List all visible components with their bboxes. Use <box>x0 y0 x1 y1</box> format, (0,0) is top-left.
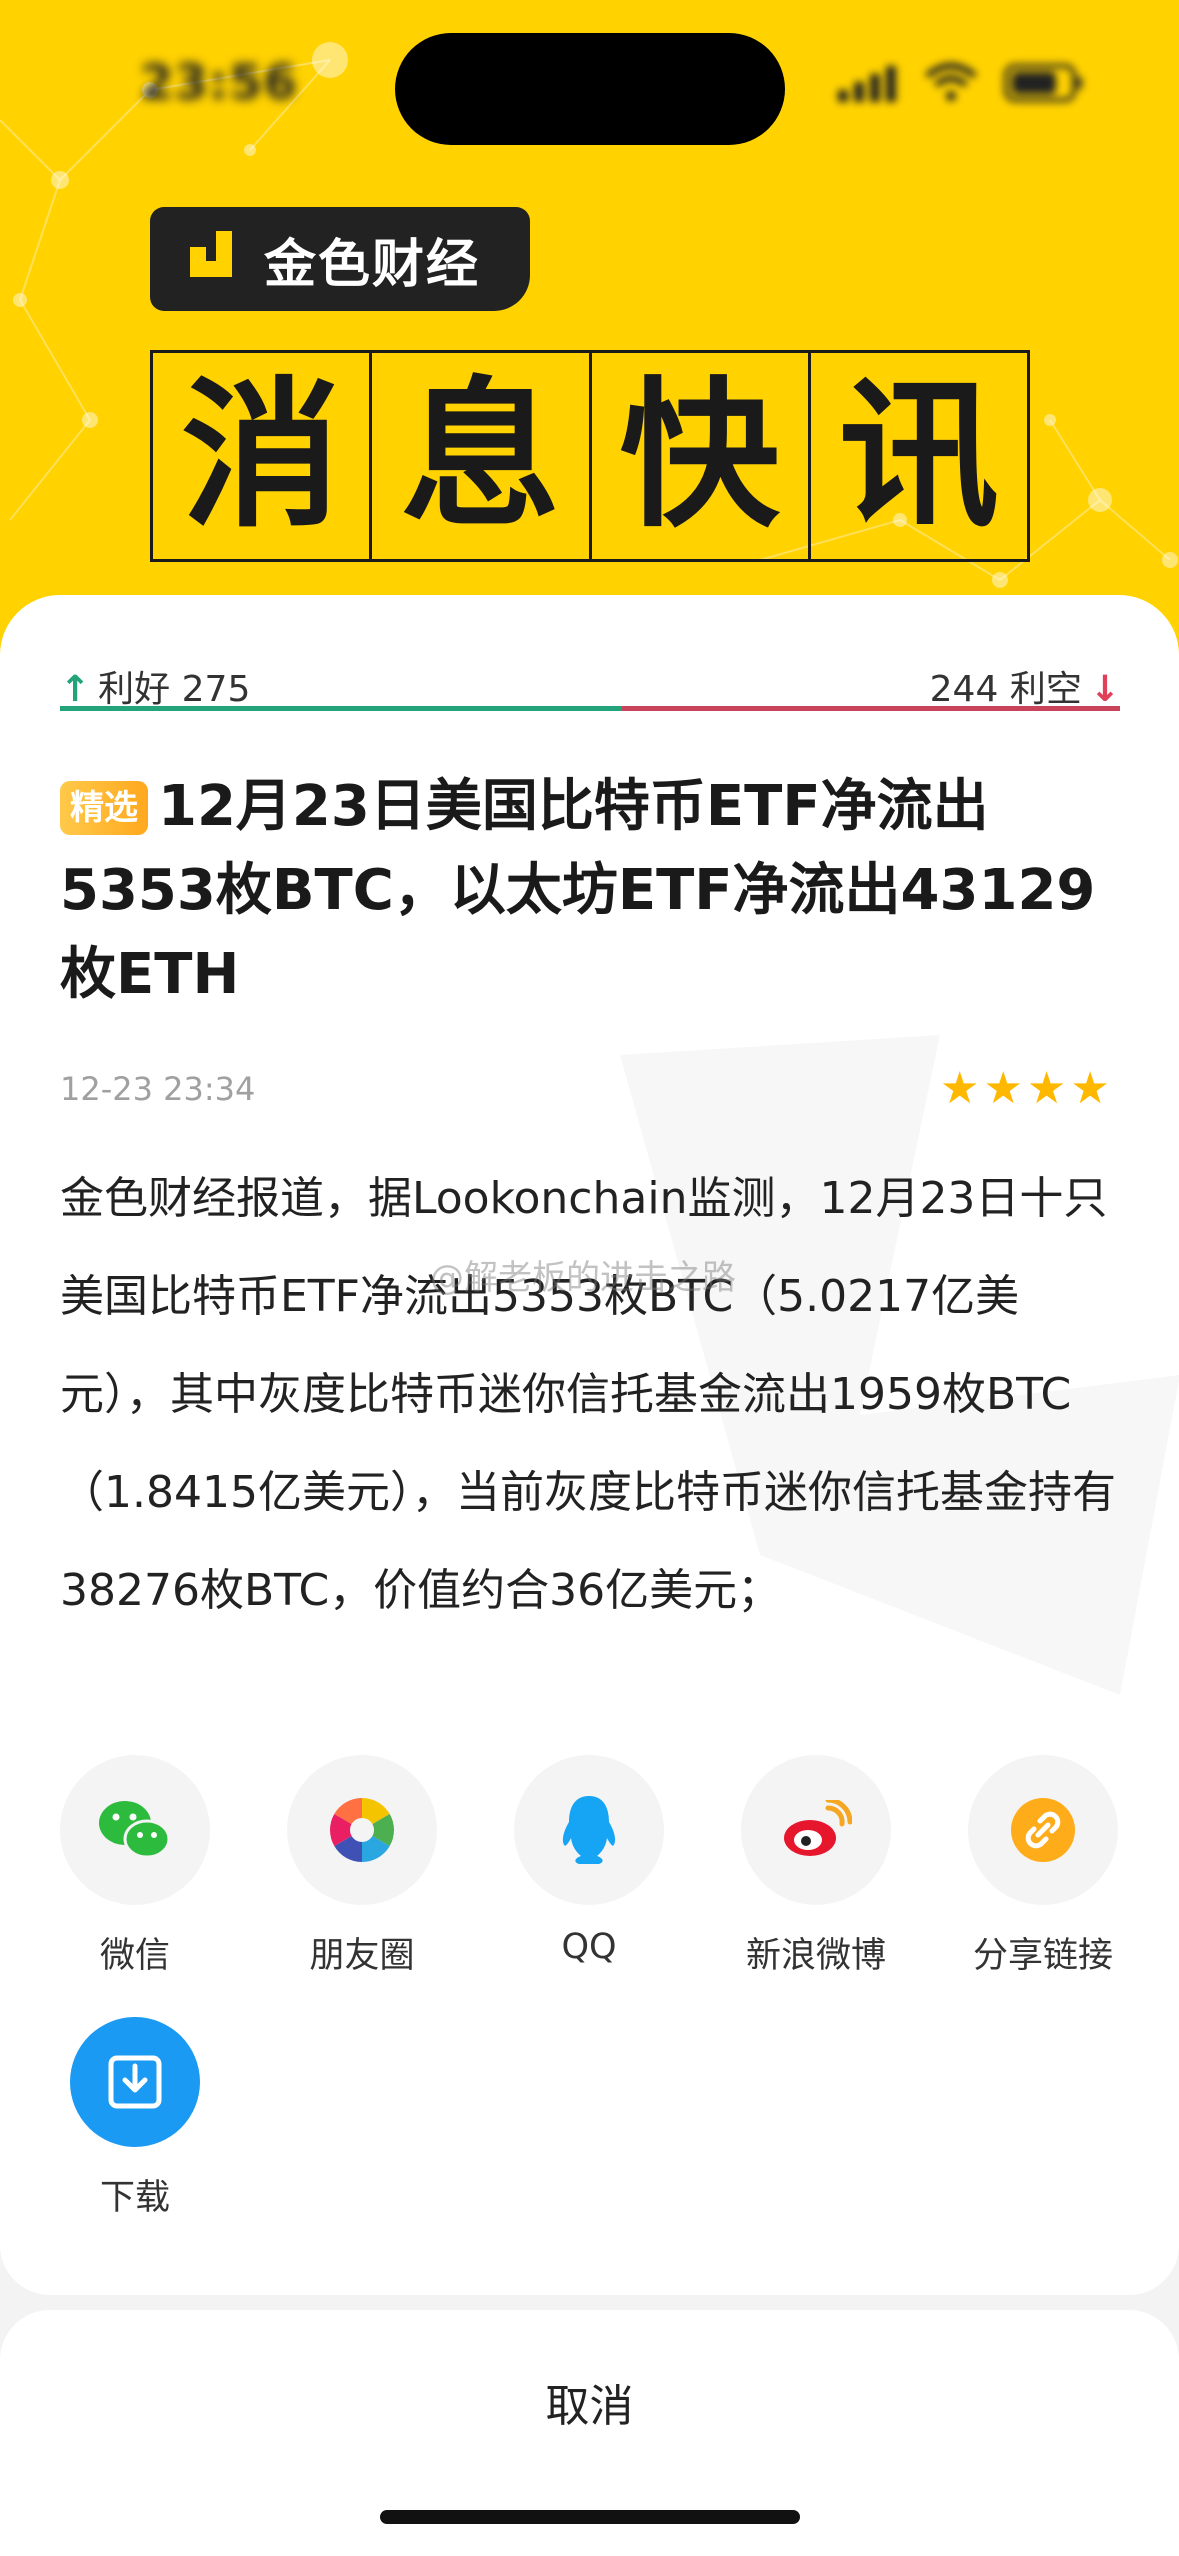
share-weibo[interactable]: 新浪微博 <box>741 1755 891 1978</box>
cancel-button[interactable]: 取消 <box>0 2370 1179 2434</box>
arrow-down-icon: ↓ <box>1089 669 1120 710</box>
share-moments[interactable]: 朋友圈 <box>287 1755 437 1978</box>
cancel-sheet: 取消 <box>0 2310 1179 2556</box>
star-icon: ★ <box>940 1063 984 1114</box>
bullish-stat[interactable]: ↑ 利好 275 <box>60 660 250 712</box>
watermark: @解老板的进击之路 <box>430 1258 736 1298</box>
share-label: QQ <box>561 1927 617 1967</box>
brand-name: 金色财经 <box>264 234 481 295</box>
article-title: 12月23日美国比特币ETF净流出5353枚BTC，以太坊ETF净流出43129… <box>60 774 1096 1007</box>
article-title-block: 精选 12月23日美国比特币ETF净流出5353枚BTC，以太坊ETF净流出431… <box>60 765 1130 1017</box>
share-qq[interactable]: QQ <box>514 1755 664 1967</box>
status-time: 23:56 <box>140 55 298 111</box>
share-label: 朋友圈 <box>309 1936 415 1976</box>
bearish-count: 244 <box>929 669 999 710</box>
weibo-icon <box>741 1755 891 1905</box>
share-label: 新浪微博 <box>745 1936 886 1976</box>
link-icon <box>968 1755 1118 1905</box>
share-link[interactable]: 分享链接 <box>968 1755 1118 1978</box>
sentiment-indicator: ↑ 利好 275 244 利空 ↓ <box>60 660 1120 710</box>
download-icon <box>70 2017 200 2147</box>
bullish-label: 利好 <box>98 669 171 710</box>
banner-char: 息 <box>372 353 592 559</box>
article-body: 金色财经报道，据Lookonchain监测，12月23日十只美国比特币ETF净流… <box>60 1173 1116 1616</box>
star-icon: ★ <box>1026 1063 1071 1114</box>
brand-logo-badge: 金色财经 <box>150 207 530 311</box>
dynamic-island <box>395 33 785 145</box>
rating-stars: ★★★★ <box>940 1063 1114 1114</box>
article-card: ↑ 利好 275 244 利空 ↓ 精选 12月23日美国比特币ETF净流出5353枚… <box>0 595 1179 2295</box>
bearish-label: 利空 <box>1009 669 1082 710</box>
star-icon: ★ <box>983 1063 1027 1114</box>
cellular-signal-icon <box>838 66 896 102</box>
brand-logo-icon <box>190 231 232 277</box>
banner-char: 快 <box>592 353 811 559</box>
wechat-icon <box>60 1755 210 1905</box>
battery-icon <box>1004 64 1083 102</box>
sentiment-bar <box>60 706 1120 711</box>
star-icon: ★ <box>1070 1063 1114 1114</box>
article-datetime: 12-23 23:34 <box>60 1070 256 1108</box>
home-indicator[interactable] <box>380 2510 800 2524</box>
status-icons <box>838 62 1084 102</box>
featured-tag: 精选 <box>60 781 148 835</box>
bearish-bar <box>621 706 1120 711</box>
share-wechat[interactable]: 微信 <box>60 1755 210 1978</box>
share-label: 微信 <box>99 1936 170 1976</box>
share-options: 微信 朋友圈 QQ 新浪微博 分享链接 下载 <box>60 1755 1120 2218</box>
qq-icon <box>514 1755 664 1905</box>
banner-char: 消 <box>153 353 373 559</box>
share-label: 分享链接 <box>972 1936 1113 1976</box>
banner-char: 讯 <box>838 362 999 549</box>
bearish-stat[interactable]: 244 利空 ↓ <box>930 660 1120 712</box>
share-download[interactable]: 下载 <box>60 2017 210 2220</box>
wifi-icon <box>925 63 978 101</box>
banner-title: 消 息 快 讯 <box>150 350 1030 562</box>
arrow-up-icon: ↑ <box>60 669 91 710</box>
bullish-bar <box>60 706 622 711</box>
bullish-count: 275 <box>181 669 251 710</box>
share-label: 下载 <box>99 2178 170 2218</box>
moments-icon <box>287 1755 437 1905</box>
